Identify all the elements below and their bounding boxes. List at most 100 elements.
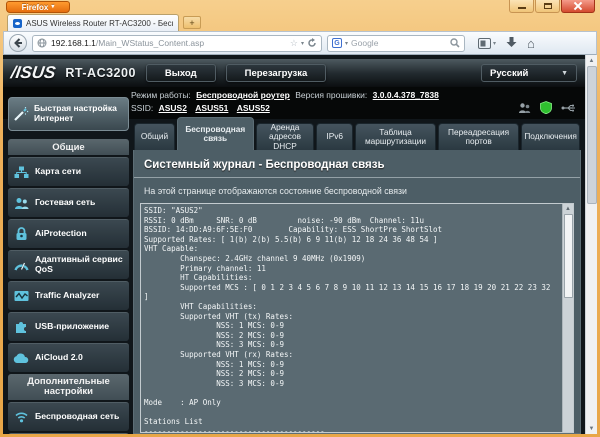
minimize-button[interactable]	[509, 0, 534, 13]
magic-wand-icon	[13, 106, 29, 122]
search-engine-dropdown-icon[interactable]: ▾	[345, 40, 348, 47]
tab-groups-icon	[478, 38, 491, 49]
usb-icon[interactable]	[561, 103, 575, 113]
firmware-version-link[interactable]: 3.0.0.4.378_7838	[373, 90, 439, 100]
parental-control-icon[interactable]	[518, 102, 531, 114]
mode-label: Режим работы:	[131, 90, 191, 100]
sidebar: Быстрая настройка Интернет Общие Карта с…	[8, 97, 129, 434]
sidebar-item-label: Гостевая сеть	[35, 198, 95, 208]
tab-general[interactable]: Общий	[134, 123, 175, 150]
reboot-button[interactable]: Перезагрузка	[226, 64, 327, 82]
asus-logo: /ISUS	[10, 63, 57, 83]
router-admin-page: /ISUS RT-AC3200 Выход Перезагрузка Русск…	[3, 55, 597, 434]
firefox-menu-button[interactable]: Firefox ▾	[6, 1, 70, 13]
puzzle-icon	[13, 320, 29, 334]
aiprotection-shield-icon[interactable]	[540, 101, 552, 114]
browser-scrollbar[interactable]: ▲ ▼	[585, 55, 597, 434]
browser-scrollbar-thumb[interactable]	[587, 66, 597, 204]
tab-title: ASUS Wireless Router RT-AC3200 - Бесп...	[26, 19, 173, 28]
page-title: Системный журнал - Беспроводная связь	[134, 150, 580, 178]
sidebar-item-label: Беспроводная сеть	[35, 412, 119, 422]
logout-button[interactable]: Выход	[146, 64, 216, 82]
url-path: /Main_WStatus_Content.asp	[96, 38, 204, 48]
tab-strip: ASUS Wireless Router RT-AC3200 - Бесп...…	[0, 14, 600, 31]
sidebar-item-traffic-analyzer[interactable]: Traffic Analyzer	[8, 281, 129, 310]
sidebar-item-wireless[interactable]: Беспроводная сеть	[8, 402, 129, 431]
network-map-icon	[13, 166, 29, 179]
tab-groups-caret-icon: ▾	[493, 40, 496, 47]
sidebar-item-quick-setup[interactable]: Быстрая настройка Интернет	[8, 97, 129, 131]
bookmark-star-icon[interactable]: ☆	[290, 38, 298, 49]
sidebar-item-label: AiCloud 2.0	[35, 353, 83, 363]
sidebar-item-label: Карта сети	[35, 167, 81, 177]
ssid-link-3[interactable]: ASUS52	[237, 103, 270, 113]
sidebar-item-lan[interactable]: Локальная сеть	[8, 433, 129, 434]
scroll-up-icon[interactable]: ▲	[586, 55, 598, 66]
urlbar-icons: ☆ ▾	[290, 38, 317, 49]
home-button[interactable]: ⌂	[527, 37, 535, 50]
ssid-link-1[interactable]: ASUS2	[159, 103, 187, 113]
sidebar-item-aicloud[interactable]: AiCloud 2.0	[8, 343, 129, 372]
status-icons	[518, 101, 575, 114]
tab-connections[interactable]: Подключения	[521, 123, 580, 150]
cloud-icon	[13, 353, 29, 364]
titlebar: Firefox ▾	[0, 0, 600, 14]
downloads-button[interactable]	[506, 37, 517, 49]
sidebar-item-label: USB-приложение	[35, 322, 109, 332]
reload-icon[interactable]	[307, 38, 317, 48]
wireless-log-textarea[interactable]: SSID: "ASUS2" RSSI: 0 dBm SNR: 0 dB nois…	[140, 203, 574, 433]
firmware-label: Версия прошивки:	[295, 90, 367, 100]
maximize-icon	[544, 3, 552, 9]
url-text: 192.168.1.1/Main_WStatus_Content.asp	[51, 38, 286, 48]
lock-icon	[13, 227, 29, 241]
sidebar-section-advanced: Дополнительные настройки	[8, 374, 129, 400]
log-scrollbar-thumb[interactable]	[564, 214, 573, 298]
sidebar-item-guest-network[interactable]: Гостевая сеть	[8, 188, 129, 217]
content-panel: Системный журнал - Беспроводная связь На…	[133, 150, 581, 434]
operation-mode-link[interactable]: Беспроводной роутер	[196, 90, 290, 100]
gauge-icon	[13, 259, 29, 271]
back-arrow-icon	[13, 38, 23, 48]
main-content: Общий Беспроводная связь Аренда адресов …	[133, 117, 581, 434]
ssid-link-2[interactable]: ASUS51	[195, 103, 228, 113]
page-description: На этой странице отображаются состояние …	[134, 178, 580, 203]
language-select[interactable]: Русский ▼	[481, 64, 577, 82]
log-scroll-up-icon[interactable]: ▲	[565, 204, 571, 214]
tab-routing-table[interactable]: Таблица маршрутизации	[355, 123, 436, 150]
close-button[interactable]	[561, 0, 595, 13]
maximize-button[interactable]	[535, 0, 560, 13]
sidebar-item-label: Traffic Analyzer	[35, 291, 99, 301]
content-tab-bar: Общий Беспроводная связь Аренда адресов …	[133, 117, 581, 150]
search-field[interactable]: G ▾ Google	[327, 35, 465, 52]
router-model: RT-AC3200	[65, 66, 136, 80]
language-caret-icon: ▼	[561, 70, 568, 77]
quick-setup-label: Быстрая настройка Интернет	[34, 104, 124, 124]
sidebar-item-network-map[interactable]: Карта сети	[8, 157, 129, 186]
url-bar[interactable]: 192.168.1.1/Main_WStatus_Content.asp ☆ ▾	[32, 35, 322, 52]
sidebar-item-aiprotection[interactable]: AiProtection	[8, 219, 129, 248]
sidebar-item-label: Адаптивный сервис QoS	[35, 255, 124, 274]
sidebar-item-adaptive-qos[interactable]: Адаптивный сервис QoS	[8, 250, 129, 279]
browser-tab[interactable]: ASUS Wireless Router RT-AC3200 - Бесп...	[7, 14, 179, 31]
sidebar-item-label: AiProtection	[35, 229, 87, 239]
toolbar-right-icons: ▾ ⌂	[478, 37, 535, 50]
search-placeholder: Google	[351, 38, 447, 48]
tab-port-forwarding[interactable]: Переадресация портов	[438, 123, 519, 150]
traffic-chart-icon	[13, 290, 29, 302]
new-tab-button[interactable]: +	[183, 16, 201, 29]
firefox-menu-label: Firefox	[22, 3, 49, 12]
tab-groups-button[interactable]: ▾	[478, 38, 496, 49]
sidebar-item-usb-application[interactable]: USB-приложение	[8, 312, 129, 341]
log-scrollbar[interactable]: ▲	[562, 204, 573, 432]
window-controls	[509, 0, 595, 13]
back-button[interactable]	[9, 34, 27, 52]
urlbar-dropdown-icon[interactable]: ▾	[301, 40, 304, 47]
search-icon[interactable]	[450, 38, 460, 48]
tab-ipv6[interactable]: IPv6	[316, 123, 353, 150]
url-domain: 192.168.1.1	[51, 38, 96, 48]
tab-dhcp-leases[interactable]: Аренда адресов DHCP	[256, 123, 315, 150]
navigation-toolbar: 192.168.1.1/Main_WStatus_Content.asp ☆ ▾…	[3, 31, 597, 55]
tab-wireless-log[interactable]: Беспроводная связь	[177, 117, 254, 150]
sidebar-section-general: Общие	[8, 139, 129, 155]
scroll-down-icon[interactable]: ▼	[586, 423, 598, 434]
